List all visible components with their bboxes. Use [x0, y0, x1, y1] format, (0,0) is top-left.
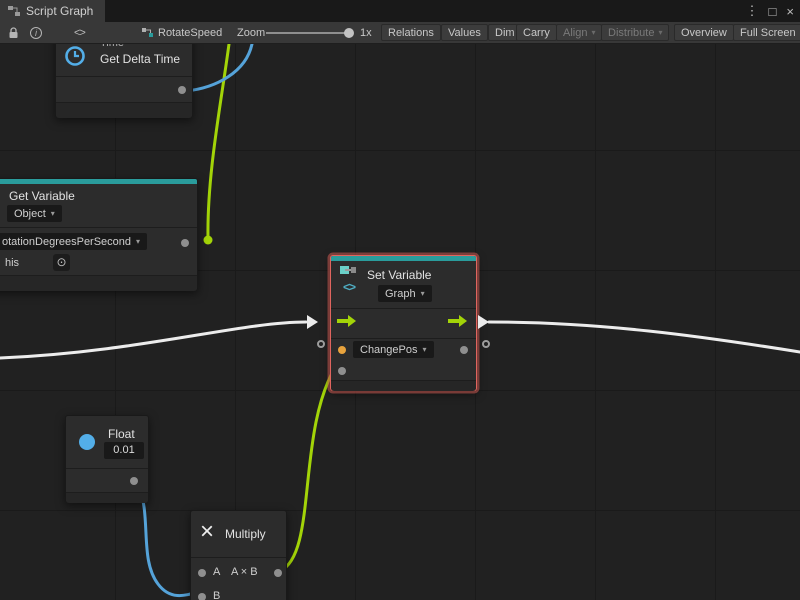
- node-set-variable[interactable]: <> Set Variable Graph ▾ ChangePos ▾: [330, 255, 477, 391]
- node-title: Multiply: [225, 527, 266, 541]
- node-title: Set Variable: [367, 268, 431, 282]
- divider: [56, 76, 192, 77]
- hollow-port-right[interactable]: [482, 340, 490, 348]
- input-value-port[interactable]: [338, 367, 346, 375]
- node-get-variable[interactable]: Get Variable Object ▾ otationDegreesPerS…: [0, 178, 198, 291]
- graph-breadcrumb[interactable]: RotateSpeed: [142, 22, 222, 43]
- info-icon: i: [30, 27, 42, 39]
- node-get-delta-time[interactable]: Time Get Delta Time: [55, 44, 193, 118]
- zoom-slider[interactable]: [266, 32, 350, 34]
- lock-button[interactable]: [8, 22, 19, 43]
- info-button[interactable]: i: [30, 22, 42, 43]
- output-port[interactable]: [130, 477, 138, 485]
- graph-icon: <>: [343, 280, 355, 294]
- carry-button[interactable]: Carry: [516, 24, 557, 41]
- node-footer: [56, 102, 192, 118]
- graph-canvas[interactable]: Time Get Delta Time Get Variable Object …: [0, 44, 800, 600]
- chevron-down-icon: ▾: [658, 29, 662, 37]
- wire-flow-in[interactable]: [0, 322, 306, 358]
- flow-input-arrow-icon[interactable]: [337, 319, 349, 323]
- output-label: A × B: [231, 566, 258, 578]
- flow-arrow-left-icon: [307, 315, 318, 329]
- flow-arrow-right-icon: [478, 315, 489, 329]
- tab-title: Script Graph: [26, 4, 93, 18]
- code-view-button[interactable]: <>: [74, 22, 85, 43]
- clock-icon: [64, 45, 86, 67]
- scope-dropdown[interactable]: Graph ▾: [378, 285, 432, 302]
- chevron-down-icon: ▾: [136, 238, 140, 246]
- chevron-down-icon: ▾: [51, 210, 55, 218]
- tab-script-graph[interactable]: Script Graph: [0, 0, 105, 22]
- full-screen-button[interactable]: Full Screen: [733, 24, 800, 41]
- tab-bar: Script Graph ⋮ □ ×: [0, 0, 800, 22]
- node-title: Float: [108, 427, 135, 441]
- node-title: Get Delta Time: [100, 52, 180, 66]
- accent-stripe: [331, 256, 476, 261]
- divider: [191, 557, 286, 558]
- node-footer: [66, 492, 148, 503]
- node-category: Time: [100, 44, 124, 49]
- divider: [331, 338, 476, 339]
- node-title: Get Variable: [9, 189, 75, 203]
- close-icon[interactable]: ×: [786, 4, 794, 19]
- target-picker[interactable]: ⊙: [53, 254, 70, 271]
- node-footer: [331, 380, 476, 391]
- output-value-port[interactable]: [460, 346, 468, 354]
- scope-dropdown[interactable]: Object ▾: [7, 205, 62, 222]
- zoom-label: Zoom: [237, 22, 265, 43]
- graph-asset-icon: [142, 27, 153, 38]
- code-icon: <>: [74, 27, 85, 39]
- input-a-label: A: [213, 566, 220, 578]
- multiply-icon: ×: [200, 521, 214, 543]
- flow-output-arrow-icon[interactable]: [448, 319, 460, 323]
- variable-icon: [339, 265, 357, 278]
- accent-stripe: [0, 179, 197, 184]
- chevron-down-icon: ▾: [423, 346, 427, 354]
- distribute-button[interactable]: Distribute ▾: [601, 24, 669, 41]
- maximize-icon[interactable]: □: [769, 4, 777, 19]
- output-port[interactable]: [274, 569, 282, 577]
- chevron-down-icon: ▾: [421, 290, 425, 298]
- graph-toolbar: i <> RotateSpeed Zoom 1x Relations Value…: [0, 22, 800, 44]
- variable-name-dropdown[interactable]: ChangePos ▾: [353, 341, 434, 358]
- zoom-value: 1x: [360, 22, 372, 43]
- hollow-port-left[interactable]: [317, 340, 325, 348]
- chevron-down-icon: ▾: [591, 29, 595, 37]
- node-multiply[interactable]: × Multiply A A × B B: [190, 510, 287, 600]
- divider: [0, 227, 197, 228]
- wire-multiply-to-set-variable[interactable]: [280, 366, 336, 571]
- input-b-label: B: [213, 590, 220, 600]
- wire-endpoint-dot[interactable]: [204, 236, 213, 245]
- output-port[interactable]: [178, 86, 186, 94]
- window-menu-icon[interactable]: ⋮: [746, 3, 759, 19]
- divider: [66, 468, 148, 469]
- variable-name-dropdown[interactable]: otationDegreesPerSecond ▾: [0, 233, 147, 250]
- input-a-port[interactable]: [198, 569, 206, 577]
- float-icon: [79, 434, 95, 450]
- this-label: his: [5, 257, 19, 269]
- output-port[interactable]: [181, 239, 189, 247]
- values-button[interactable]: Values: [441, 24, 488, 41]
- lock-icon: [8, 27, 19, 39]
- value-input[interactable]: 0.01: [104, 442, 144, 459]
- target-icon: ⊙: [56, 255, 66, 269]
- relations-button[interactable]: Relations: [381, 24, 441, 41]
- node-footer: [0, 275, 197, 291]
- overview-button[interactable]: Overview: [674, 24, 734, 41]
- zoom-slider-handle[interactable]: [344, 28, 354, 38]
- graph-name: RotateSpeed: [158, 27, 222, 39]
- align-button[interactable]: Align ▾: [556, 24, 602, 41]
- window-controls: ⋮ □ ×: [746, 0, 794, 22]
- script-graph-icon: [8, 5, 20, 17]
- divider: [331, 308, 476, 309]
- wire-flow-out[interactable]: [489, 322, 800, 352]
- variable-name-port[interactable]: [338, 346, 346, 354]
- wire-to-delta-node[interactable]: [186, 44, 252, 91]
- node-float[interactable]: Float 0.01: [65, 415, 149, 503]
- input-b-port[interactable]: [198, 593, 206, 600]
- wire-delta-time[interactable]: [208, 44, 229, 238]
